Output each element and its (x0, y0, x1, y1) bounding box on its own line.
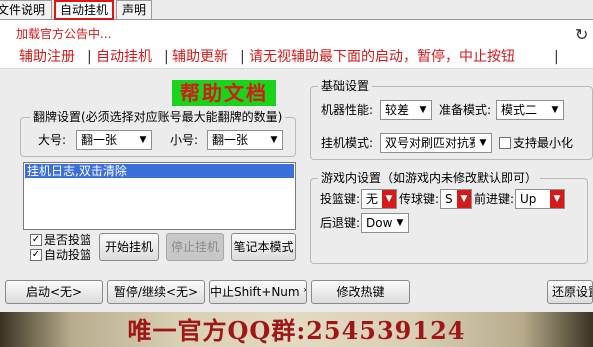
small-account-select[interactable]: 翻一张 ▼ (207, 130, 283, 150)
forward-key-label: 前进键: (474, 192, 515, 206)
stop-button[interactable]: 中止Shift+Num * (209, 280, 307, 304)
nav-separator: | (554, 49, 559, 65)
nav-autohang-link[interactable]: 自动挂机 (96, 46, 152, 68)
minimize-checkbox[interactable] (499, 137, 511, 149)
nav-register-link[interactable]: 辅助注册 (19, 46, 75, 68)
start-hang-button[interactable]: 开始挂机 (99, 233, 159, 261)
machine-performance-label: 机器性能: (321, 103, 374, 117)
forward-key-select[interactable]: Up ▼ (515, 189, 565, 209)
chevron-down-icon[interactable]: ▼ (266, 131, 282, 149)
tab-statement[interactable]: 声明 (116, 0, 152, 19)
hang-mode-select[interactable]: 双号对刷匹对抗赛 ▼ (380, 133, 492, 153)
big-account-value: 翻一张 (81, 133, 118, 147)
back-key-select[interactable]: Down ▼ (361, 213, 409, 233)
tab-file-info[interactable]: 文件说明 (0, 0, 52, 19)
vote-checkbox[interactable]: ✓ (30, 234, 42, 246)
machine-performance-select[interactable]: 较差 ▼ (380, 100, 432, 120)
prepare-mode-select[interactable]: 模式二 ▼ (496, 100, 564, 120)
ingame-settings-title: 游戏内设置（如游戏内未修改默认即可） (318, 171, 541, 185)
nav-update-link[interactable]: 辅助更新 (172, 46, 228, 68)
nav-separator: | (164, 49, 169, 65)
modify-hotkey-button[interactable]: 修改热键 (311, 280, 410, 304)
pass-key-value: S (445, 192, 453, 206)
help-doc-button[interactable]: 帮助文档 (172, 80, 276, 106)
pause-resume-button[interactable]: 暂停/继续<无> (107, 280, 205, 304)
small-account-label: 小号: (170, 133, 199, 147)
prepare-mode-label: 准备模式: (439, 103, 492, 117)
start-button[interactable]: 启动<无> (5, 280, 103, 304)
tab-auto-hang[interactable]: 自动挂机 (54, 0, 114, 20)
nav-separator: | (240, 49, 245, 65)
nav-separator: | (87, 49, 92, 65)
shoot-key-label: 投篮键: (320, 192, 361, 206)
minimize-label: 支持最小化 (513, 136, 574, 150)
chevron-down-icon[interactable]: ▼ (382, 190, 396, 208)
laptop-mode-button[interactable]: 笔记本模式 (231, 233, 296, 261)
chevron-down-icon[interactable]: ▼ (135, 131, 151, 149)
nav-hint-text: 请无视辅助最下面的启动，暂停，中止按钮 (249, 49, 515, 65)
pass-key-label: 传球键: (399, 192, 440, 206)
announcement-text: 加载官方公告中... (16, 27, 112, 41)
back-key-label: 后退键: (320, 216, 361, 230)
vote-label: 是否投篮 (44, 233, 90, 247)
big-account-label: 大号: (38, 133, 67, 147)
prepare-mode-value: 模式二 (501, 103, 538, 117)
chevron-down-icon[interactable]: ▼ (547, 101, 563, 119)
qq-group-text: 唯一官方QQ群:254539124 (127, 316, 466, 345)
autovote-checkbox[interactable]: ✓ (30, 249, 42, 261)
pass-key-select[interactable]: S ▼ (440, 189, 472, 209)
tab-strip: 文件说明 自动挂机 声明 (0, 0, 593, 20)
refresh-icon[interactable]: ↻ (575, 27, 588, 43)
stop-hang-button[interactable]: 停止挂机 (166, 233, 224, 261)
small-account-value: 翻一张 (212, 133, 249, 147)
hang-log-item[interactable]: 挂机日志,双击清除 (25, 164, 294, 178)
basic-settings-title: 基础设置 (318, 79, 373, 93)
shoot-key-select[interactable]: 无 ▼ (361, 189, 397, 209)
shoot-key-value: 无 (366, 192, 379, 206)
machine-performance-value: 较差 (385, 103, 410, 117)
chevron-down-icon[interactable]: ▼ (457, 190, 471, 208)
chevron-down-icon[interactable]: ▼ (392, 214, 408, 232)
restore-settings-button[interactable]: 还原设置 (547, 280, 593, 304)
chevron-down-icon[interactable]: ▼ (550, 190, 564, 208)
chevron-down-icon[interactable]: ▼ (475, 134, 491, 152)
chevron-down-icon[interactable]: ▼ (415, 101, 431, 119)
hang-mode-value: 双号对刷匹对抗赛 (385, 136, 482, 150)
autovote-label: 自动投篮 (44, 248, 90, 262)
forward-key-value: Up (520, 192, 537, 206)
hang-mode-label: 挂机模式: (321, 136, 374, 150)
big-account-select[interactable]: 翻一张 ▼ (76, 130, 152, 150)
flip-settings-title: 翻牌设置(必须选择对应账号最大能翻牌的数量) (30, 110, 286, 124)
